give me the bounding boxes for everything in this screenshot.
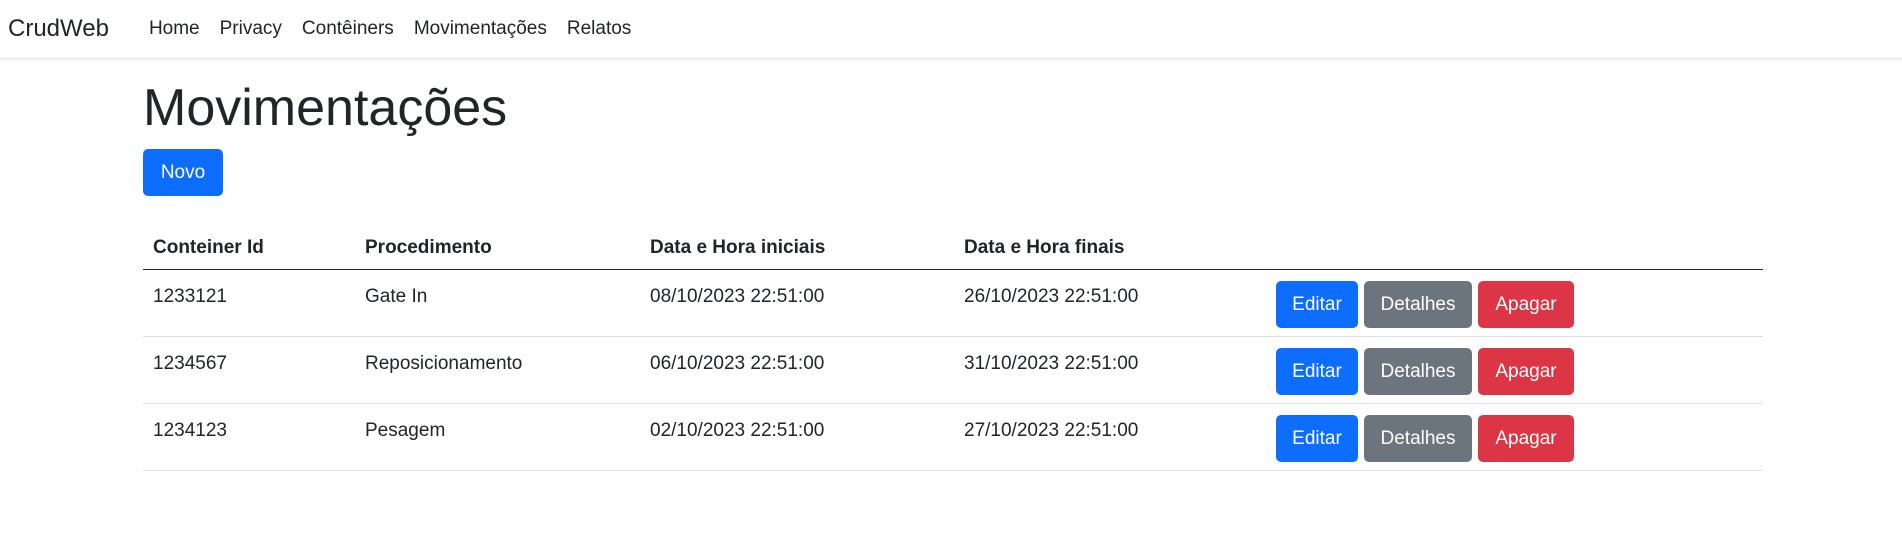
header-conteiner-id: Conteiner Id <box>143 226 355 271</box>
header-actions <box>1266 226 1763 271</box>
details-button[interactable]: Detalhes <box>1364 415 1472 463</box>
details-button[interactable]: Detalhes <box>1364 281 1472 329</box>
page-title: Movimentações <box>143 79 508 137</box>
edit-button[interactable]: Editar <box>1276 281 1358 329</box>
cell-data-inicial: 02/10/2023 22:51:00 <box>640 403 954 472</box>
cell-conteiner-id: 1234123 <box>143 403 355 472</box>
nav-link-privacy[interactable]: Privacy <box>210 18 292 40</box>
header-data-hora-iniciais: Data e Hora iniciais <box>640 226 954 271</box>
header-data-hora-finais: Data e Hora finais <box>954 226 1266 271</box>
cell-data-final: 26/10/2023 22:51:00 <box>954 269 1266 338</box>
delete-button[interactable]: Apagar <box>1478 281 1574 329</box>
table-row: 1233121 Gate In 08/10/2023 22:51:00 26/1… <box>143 269 1763 338</box>
cell-data-final: 31/10/2023 22:51:00 <box>954 336 1266 405</box>
cell-data-inicial: 08/10/2023 22:51:00 <box>640 269 954 338</box>
main-content: Movimentações Novo Conteiner Id Procedim… <box>143 79 1763 472</box>
table-row: 1234567 Reposicionamento 06/10/2023 22:5… <box>143 336 1763 405</box>
nav-link-home[interactable]: Home <box>139 18 210 40</box>
delete-button[interactable]: Apagar <box>1478 415 1574 463</box>
cell-conteiner-id: 1234567 <box>143 336 355 405</box>
cell-data-final: 27/10/2023 22:51:00 <box>954 403 1266 472</box>
cell-conteiner-id: 1233121 <box>143 269 355 338</box>
table-header-row: Conteiner Id Procedimento Data e Hora in… <box>143 226 1763 271</box>
delete-button[interactable]: Apagar <box>1478 348 1574 396</box>
brand-link[interactable]: CrudWeb <box>8 15 109 43</box>
nav-menu: Home Privacy Contêiners Movimentações Re… <box>139 18 641 40</box>
cell-data-inicial: 06/10/2023 22:51:00 <box>640 336 954 405</box>
cell-procedimento: Gate In <box>355 269 640 338</box>
cell-actions: Editar Detalhes Apagar <box>1266 403 1763 472</box>
cell-procedimento: Pesagem <box>355 403 640 472</box>
edit-button[interactable]: Editar <box>1276 348 1358 396</box>
cell-actions: Editar Detalhes Apagar <box>1266 269 1763 338</box>
nav-link-relatos[interactable]: Relatos <box>557 18 641 40</box>
table-row: 1234123 Pesagem 02/10/2023 22:51:00 27/1… <box>143 403 1763 472</box>
navbar: CrudWeb Home Privacy Contêiners Moviment… <box>0 0 1902 59</box>
movimentacoes-table: Conteiner Id Procedimento Data e Hora in… <box>143 226 1763 472</box>
nav-link-containers[interactable]: Contêiners <box>292 18 404 40</box>
new-button[interactable]: Novo <box>143 149 223 197</box>
nav-link-movimentacoes[interactable]: Movimentações <box>404 18 557 40</box>
cell-procedimento: Reposicionamento <box>355 336 640 405</box>
details-button[interactable]: Detalhes <box>1364 348 1472 396</box>
header-procedimento: Procedimento <box>355 226 640 271</box>
cell-actions: Editar Detalhes Apagar <box>1266 336 1763 405</box>
edit-button[interactable]: Editar <box>1276 415 1358 463</box>
